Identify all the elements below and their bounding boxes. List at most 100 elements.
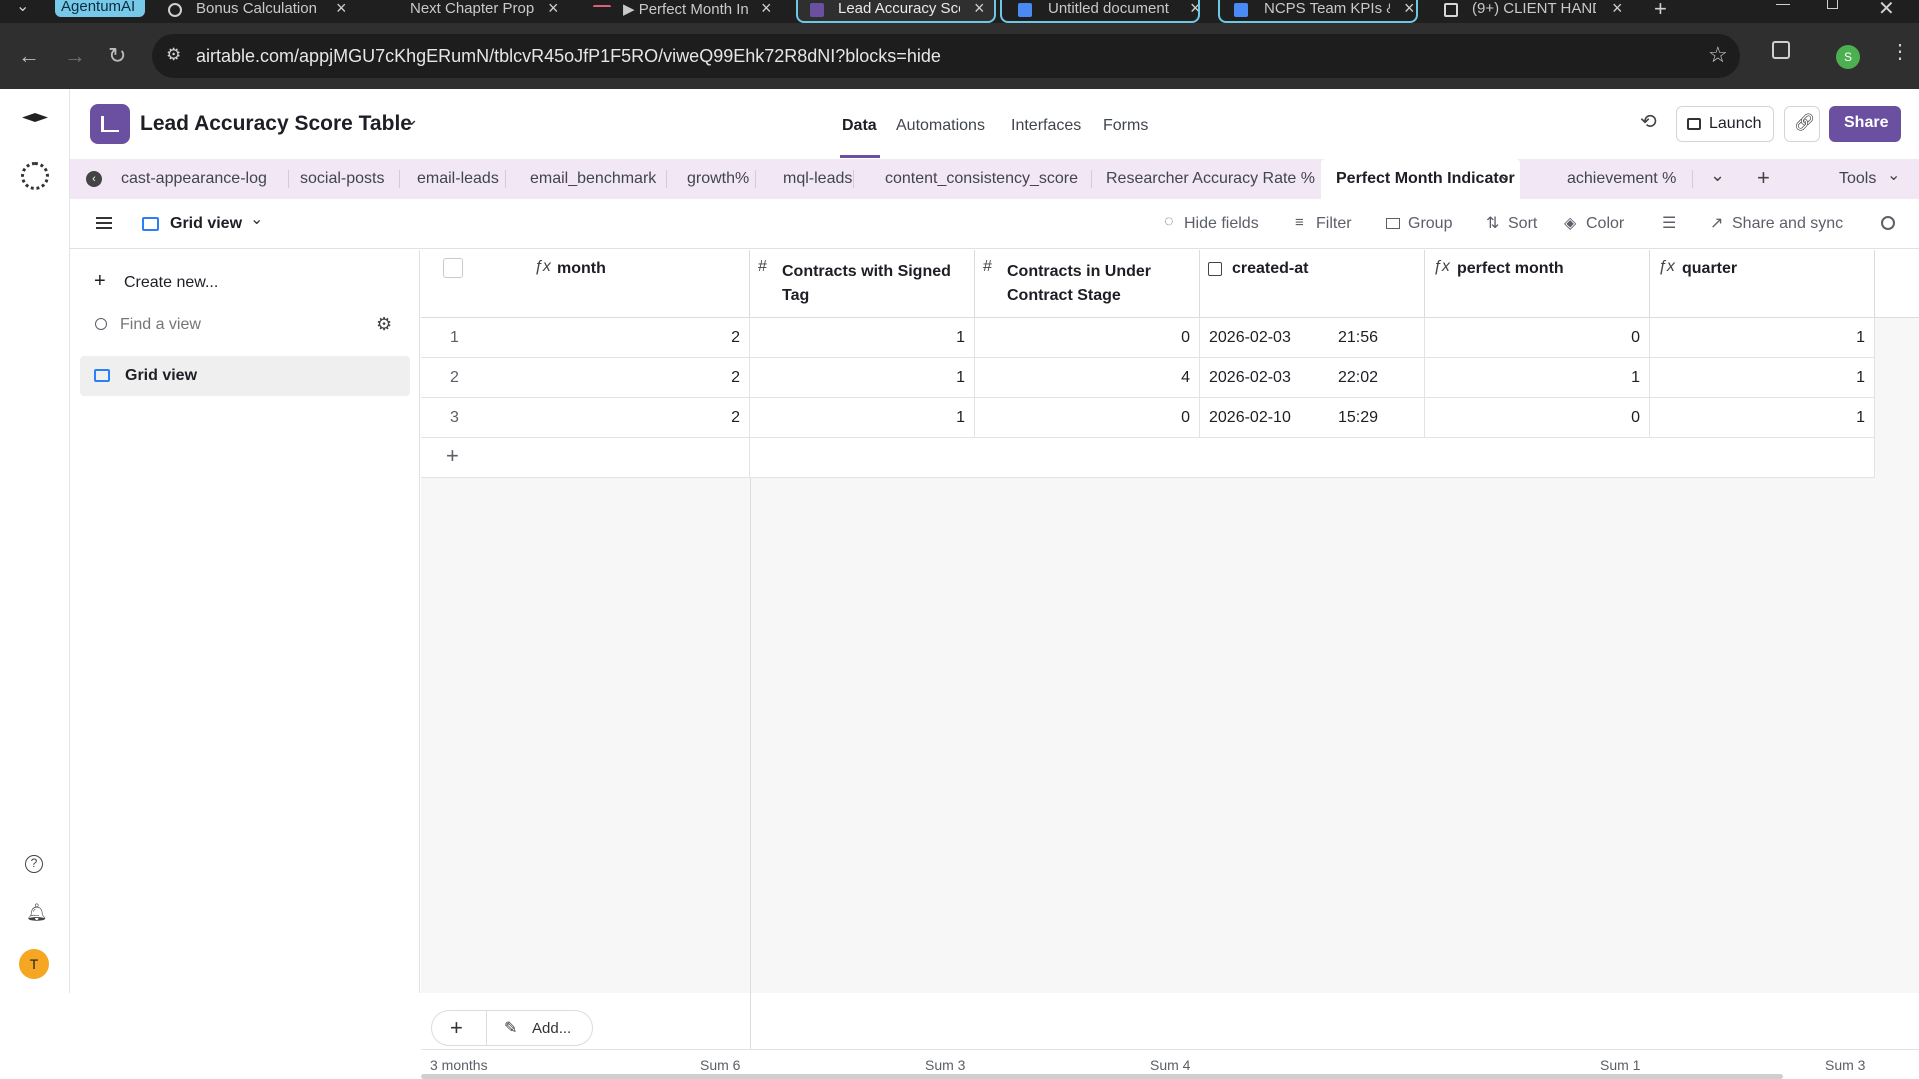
cell-created-at[interactable]: 2026-02-03 22:02 [1200,358,1425,398]
browser-tab[interactable]: ▶ Perfect Month In × [583,0,783,23]
table-tab[interactable]: content_consistency_score [885,159,1078,199]
select-all-checkbox[interactable] [443,258,463,278]
tools-menu[interactable]: Tools [1839,159,1876,199]
chevron-down-icon[interactable]: ⌄ [404,109,419,130]
forward-icon[interactable]: → [64,43,86,69]
close-icon[interactable]: × [1404,0,1415,19]
back-icon[interactable]: ← [18,43,40,69]
browser-tab[interactable]: (9+) CLIENT HAND × [1432,0,1632,23]
notifications-bell-icon[interactable]: 🔔︎ [26,903,48,923]
row-number-cell[interactable]: 2 2 [421,358,750,398]
sum-signed[interactable]: Sum 3 [925,1057,965,1073]
omni-icon[interactable] [21,162,49,190]
user-avatar[interactable]: T [19,949,49,979]
column-header-primary[interactable]: ƒx month [421,250,750,318]
cell-quarter[interactable]: 1 [1650,358,1875,398]
add-table-icon[interactable]: + [1757,165,1770,191]
nav-forms[interactable]: Forms [1103,117,1148,135]
chevron-down-icon[interactable]: ⌄ [250,209,263,229]
horizontal-scrollbar[interactable] [421,1074,1783,1079]
table-tab[interactable]: growth% [687,159,749,199]
tab-search-chevron-icon[interactable]: ⌄ [16,0,29,16]
current-view-name[interactable]: Grid view [170,215,242,233]
browser-tab[interactable]: Next Chapter Prop × [370,0,570,23]
history-icon[interactable]: ⟲ [1640,109,1657,134]
add-row-cell[interactable]: + [421,438,750,478]
search-icon[interactable] [1881,216,1895,230]
add-button-label[interactable]: Add... [532,1020,571,1037]
sum-under-contract[interactable]: Sum 4 [1150,1057,1190,1073]
color-button[interactable]: Color [1586,215,1624,233]
column-header[interactable]: ƒx perfect month [1425,250,1650,318]
cell-quarter[interactable]: 1 [1650,318,1875,358]
row-number-cell[interactable]: 3 2 [421,398,750,438]
nav-data[interactable]: Data [842,117,877,135]
table-tab[interactable]: mql-leads [783,159,852,199]
column-header[interactable]: # Contracts with Signed Tag [750,250,975,318]
cell-perfect-month[interactable]: 0 [1425,398,1650,438]
address-bar[interactable]: ⚙ airtable.com/appjMGU7cKhgERumN/tblcvR4… [152,34,1740,78]
row-height-icon[interactable]: ☰ [1662,213,1676,233]
cell-under-contract[interactable]: 0 [975,318,1200,358]
close-window-icon[interactable]: ✕ [1878,0,1895,21]
nav-interfaces[interactable]: Interfaces [1011,117,1081,135]
find-view-input[interactable] [120,310,320,340]
extensions-icon[interactable] [1772,41,1790,59]
minimize-icon[interactable] [1776,4,1790,5]
sidebar-view-grid[interactable]: Grid view [80,356,410,396]
close-icon[interactable]: × [548,0,559,19]
sort-button[interactable]: Sort [1508,215,1537,233]
bookmark-star-icon[interactable]: ☆ [1708,42,1728,68]
table-tab[interactable]: social-posts [300,159,384,199]
browser-tab[interactable]: NCPS Team KPIs & × [1218,0,1418,23]
cell-month[interactable]: 2 [731,409,740,427]
chevron-down-icon[interactable]: ⌄ [1887,165,1900,185]
all-tables-chevron-icon[interactable]: ⌄ [1710,165,1725,186]
hide-fields-button[interactable]: Hide fields [1184,215,1259,233]
sum-perfect-month[interactable]: Sum 1 [1600,1057,1640,1073]
cell-signed[interactable]: 1 [750,398,975,438]
reload-icon[interactable]: ↻ [108,43,126,69]
group-button[interactable]: Group [1408,215,1452,233]
cell-month[interactable]: 2 [731,329,740,347]
profile-avatar[interactable]: S [1836,45,1860,69]
cell-perfect-month[interactable]: 0 [1425,318,1650,358]
cell-created-at[interactable]: 2026-02-03 21:56 [1200,318,1425,358]
table-tab[interactable]: email_benchmark [530,159,656,199]
column-header[interactable]: # Contracts in Under Contract Stage [975,250,1200,318]
close-icon[interactable]: × [974,0,985,19]
column-header[interactable]: ƒx quarter [1650,250,1875,318]
cell-signed[interactable]: 1 [750,318,975,358]
table-tab[interactable]: Researcher Accuracy Rate % [1106,159,1315,199]
close-icon[interactable]: × [336,0,347,19]
new-tab-button[interactable]: + [1654,0,1667,22]
cell-under-contract[interactable]: 4 [975,358,1200,398]
table-tab[interactable]: email-leads [417,159,499,199]
cell-created-at[interactable]: 2026-02-10 15:29 [1200,398,1425,438]
sum-quarter[interactable]: Sum 3 [1825,1057,1865,1073]
column-header[interactable]: created-at [1200,250,1425,318]
close-icon[interactable]: × [761,0,772,19]
share-button[interactable]: Share [1829,106,1901,142]
add-row-fill[interactable] [750,438,1875,478]
base-title[interactable]: Lead Accuracy Score Table [140,112,412,136]
help-icon[interactable]: ? [25,855,43,873]
site-info-icon[interactable]: ⚙ [166,45,181,65]
browser-tab-active[interactable]: Lead Accuracy Sco × [796,0,996,23]
browser-menu-icon[interactable]: ⋮ [1890,39,1910,64]
share-and-sync-button[interactable]: Share and sync [1732,215,1843,233]
browser-tab[interactable]: Bonus Calculation × [158,0,358,23]
filter-button[interactable]: Filter [1316,215,1352,233]
cell-signed[interactable]: 1 [750,358,975,398]
table-tab[interactable]: achievement % [1567,159,1676,199]
close-icon[interactable]: × [1190,0,1198,19]
browser-tab[interactable]: Untitled document × [1000,0,1200,23]
cell-quarter[interactable]: 1 [1650,398,1875,438]
table-tab-active[interactable]: Perfect Month Indicator ⌄ [1321,159,1520,199]
row-number-cell[interactable]: 1 2 [421,318,750,358]
tab-group-chip[interactable]: AgentumAI [55,0,145,17]
nav-automations[interactable]: Automations [896,117,985,135]
chevron-down-icon[interactable]: ⌄ [1498,156,1511,196]
cell-under-contract[interactable]: 0 [975,398,1200,438]
cell-month[interactable]: 2 [731,369,740,387]
